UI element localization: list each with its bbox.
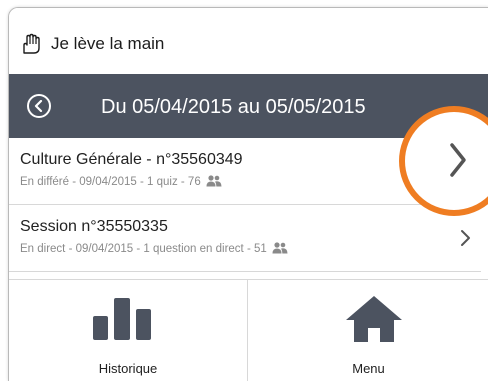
- chevron-right-icon: [450, 143, 466, 177]
- list-divider: [9, 271, 481, 272]
- back-button[interactable]: [27, 94, 51, 118]
- menu-button[interactable]: Menu: [248, 280, 488, 381]
- date-range-label: Du 05/04/2015 au 05/05/2015: [101, 96, 366, 118]
- history-label: Historique: [98, 361, 158, 376]
- session-title: Culture Générale - n°35560349: [20, 151, 243, 168]
- people-icon: [272, 242, 288, 254]
- bottom-nav: Historique Menu: [9, 279, 488, 381]
- home-icon: [346, 296, 402, 342]
- session-item-35550335[interactable]: Session n°35550335 En direct - 09/04/201…: [9, 205, 488, 271]
- history-button[interactable]: Historique: [9, 280, 247, 381]
- session-title: Session n°35550335: [20, 218, 168, 235]
- raised-hand-icon: [23, 33, 40, 54]
- session-meta: En différé - 09/04/2015 - 1 quiz - 76: [20, 175, 222, 189]
- app-header: Je lève la main: [9, 8, 488, 74]
- session-meta-text: En direct - 09/04/2015 - 1 question en d…: [20, 243, 267, 255]
- people-icon: [206, 175, 222, 187]
- session-meta-text: En différé - 09/04/2015 - 1 quiz - 76: [20, 176, 201, 188]
- app-title: Je lève la main: [51, 34, 165, 53]
- back-circle-icon: [34, 100, 43, 112]
- menu-label: Menu: [352, 361, 385, 376]
- chevron-right-icon[interactable]: [459, 229, 471, 247]
- session-meta: En direct - 09/04/2015 - 1 question en d…: [20, 242, 288, 256]
- bar-chart-icon: [93, 298, 151, 340]
